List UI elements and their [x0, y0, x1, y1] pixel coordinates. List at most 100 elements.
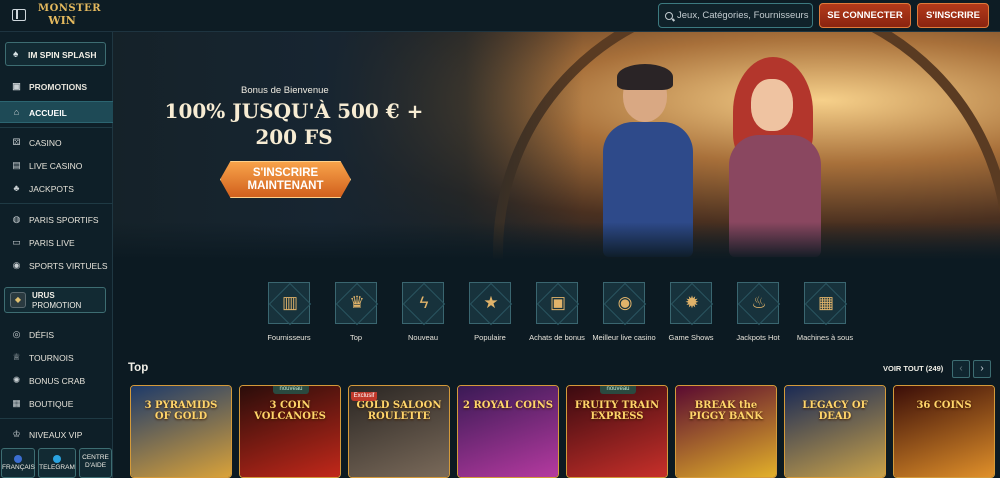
character-hair	[617, 64, 673, 90]
crown-icon: ♛	[349, 293, 365, 312]
lamborghini-badge-icon: ◆	[10, 292, 26, 308]
sidebar-item-label: BOUTIQUE	[29, 399, 74, 409]
game-tile[interactable]: 3 PYRAMIDS OF GOLD	[130, 385, 232, 478]
language-button[interactable]: FRANÇAIS	[1, 448, 35, 478]
language-label: FRANÇAIS	[2, 464, 35, 471]
hero-signup-button[interactable]: S'INSCRIRE MAINTENANT	[220, 161, 351, 198]
category-top[interactable]: ♛ Top	[325, 282, 385, 362]
category-label: Top	[349, 333, 363, 342]
sidebar-item-label: BONUS CRAB	[29, 376, 86, 386]
category-tile: ▥	[268, 282, 310, 324]
sidebar-toggle-icon[interactable]	[12, 9, 26, 21]
sidebar-item-defis[interactable]: ◎ DÉFIS	[0, 324, 113, 346]
category-fournisseurs[interactable]: ▥ Fournisseurs	[258, 282, 318, 362]
hero-subtitle: Bonus de Bienvenue	[241, 85, 329, 96]
sidebar-item-promotions[interactable]: ▣ PROMOTIONS	[0, 76, 113, 98]
logo-line2: WIN	[48, 14, 76, 27]
sidebar-item-label: PARIS SPORTIFS	[29, 215, 99, 225]
category-nouveau[interactable]: ϟ Nouveau	[392, 282, 452, 362]
virtual-icon: ◉	[12, 260, 21, 270]
search-icon	[665, 12, 673, 20]
sidebar-item-label: ACCUEIL	[29, 108, 67, 118]
game-tile[interactable]: BREAK the PIGGY BANK	[675, 385, 777, 478]
trophy-icon: ♕	[12, 352, 21, 362]
category-bar: ▥ Fournisseurs ♛ Top ϟ Nouveau ★ Populai…	[258, 282, 858, 362]
sidebar-item-live-casino[interactable]: ▤ LIVE CASINO	[0, 155, 113, 177]
clover-icon: ♣	[13, 183, 20, 193]
category-achats-de-bonus[interactable]: ▣ Achats de bonus	[526, 282, 586, 362]
urus-title: URUS	[32, 291, 55, 300]
game-tile[interactable]: LEGACY OF DEAD	[784, 385, 886, 478]
ball-icon: ◍	[12, 214, 21, 224]
sidebar-item-niveaux-vip[interactable]: ♔ NIVEAUX VIP	[0, 424, 113, 446]
live-icon: ▭	[12, 237, 21, 247]
category-tile: ♨	[737, 282, 779, 324]
game-tile[interactable]: GOLD SALOON ROULETTE Exclusif	[348, 385, 450, 478]
sidebar-item-paris-live[interactable]: ▭ PARIS LIVE	[0, 232, 113, 254]
home-icon: ⌂	[13, 107, 20, 117]
sidebar-item-sports-virtuels[interactable]: ◉ SPORTS VIRTUELS	[0, 255, 113, 277]
game-title: 36 COINS	[916, 400, 972, 411]
carousel-next-button[interactable]: ›	[973, 360, 991, 378]
character-head	[751, 79, 793, 131]
category-label: Game Shows	[668, 333, 714, 342]
slot-machine-icon: ▦	[817, 293, 835, 312]
sidebar-item-label: TOURNOIS	[29, 353, 74, 363]
game-tile[interactable]: 2 ROYAL COINS	[457, 385, 559, 478]
sidebar-item-label: DÉFIS	[29, 330, 55, 340]
shop-icon: ▦	[12, 398, 21, 408]
sidebar-item-paris-sportifs[interactable]: ◍ PARIS SPORTIFS	[0, 209, 113, 231]
game-tile[interactable]: 36 COINS	[893, 385, 995, 478]
login-button[interactable]: SE CONNECTER	[819, 3, 911, 28]
crown-icon: ♔	[12, 429, 21, 439]
signup-button[interactable]: S'INSCRIRE	[917, 3, 989, 28]
sidebar-item-casino[interactable]: ⚄ CASINO	[0, 132, 113, 154]
sidebar-promo-banner[interactable]: ♠ IM SPIN SPLASH	[5, 42, 106, 66]
game-title: GOLD SALOON ROULETTE	[356, 400, 442, 422]
category-meilleur-live-casino[interactable]: ◉ Meilleur live casino	[592, 282, 656, 362]
search-input[interactable]: Jeux, Catégories, Fournisseurs	[658, 3, 813, 28]
category-machines-a-sous[interactable]: ▦ Machines à sous	[794, 282, 854, 362]
help-center-button[interactable]: CENTRE D'AIDE	[79, 448, 112, 478]
telegram-label: TELEGRAM	[39, 464, 75, 471]
game-title: 2 ROYAL COINS	[463, 400, 553, 411]
category-tile: ★	[469, 282, 511, 324]
star-icon: ★	[483, 293, 499, 312]
sidebar-item-label: JACKPOTS	[29, 184, 74, 194]
urus-promotion-banner[interactable]: ◆ URUS PROMOTION	[4, 287, 106, 313]
game-tile[interactable]: 3 COIN VOLCANOES nouveau	[239, 385, 341, 478]
sidebar-item-label: PARIS LIVE	[29, 238, 75, 248]
category-label: Nouveau	[407, 333, 439, 342]
hero-banner: Bonus de Bienvenue 100% JUSQU'À 500 € + …	[113, 32, 1000, 260]
section-title-top: Top	[128, 362, 149, 374]
carousel-prev-button[interactable]: ‹	[952, 360, 970, 378]
category-label: Jackpots Hot	[736, 333, 780, 342]
sidebar-item-boutique[interactable]: ▦ BOUTIQUE	[0, 393, 113, 415]
chest-icon: ▣	[549, 293, 567, 312]
sidebar-item-accueil[interactable]: ⌂ ACCUEIL	[0, 101, 113, 123]
help-label-line2: D'AIDE	[84, 462, 107, 469]
sidebar-divider	[0, 203, 113, 204]
top-bar: MONSTER WIN Jeux, Catégories, Fournisseu…	[0, 0, 1000, 32]
sidebar-item-jackpots[interactable]: ♣ JACKPOTS	[0, 178, 113, 200]
gift-icon: ▣	[12, 81, 21, 91]
sidebar-item-bonus-crab[interactable]: ✺ BONUS CRAB	[0, 370, 113, 392]
sidebar-item-label: CASINO	[29, 138, 62, 148]
sidebar-item-label: LIVE CASINO	[29, 161, 83, 171]
hero-title: 100% JUSQU'À 500 € + 200 FS	[164, 99, 424, 149]
category-jackpots-hot[interactable]: ♨ Jackpots Hot	[727, 282, 787, 362]
telegram-button[interactable]: TELEGRAM	[38, 448, 76, 478]
logo[interactable]: MONSTER WIN	[38, 3, 101, 29]
game-tile[interactable]: FRUITY TRAIN EXPRESS nouveau	[566, 385, 668, 478]
category-tile: ◉	[603, 282, 645, 324]
view-all-link[interactable]: VOIR TOUT (249)	[883, 364, 943, 373]
category-game-shows[interactable]: ✹ Game Shows	[660, 282, 720, 362]
category-populaire[interactable]: ★ Populaire	[459, 282, 519, 362]
sidebar-item-tournois[interactable]: ♕ TOURNOIS	[0, 347, 113, 369]
game-badge: nouveau	[273, 386, 309, 394]
category-label: Fournisseurs	[267, 333, 311, 342]
sidebar-divider	[0, 418, 113, 419]
cards-icon: ▤	[12, 160, 21, 170]
sidebar-divider	[0, 127, 113, 128]
target-icon: ◎	[12, 329, 21, 339]
